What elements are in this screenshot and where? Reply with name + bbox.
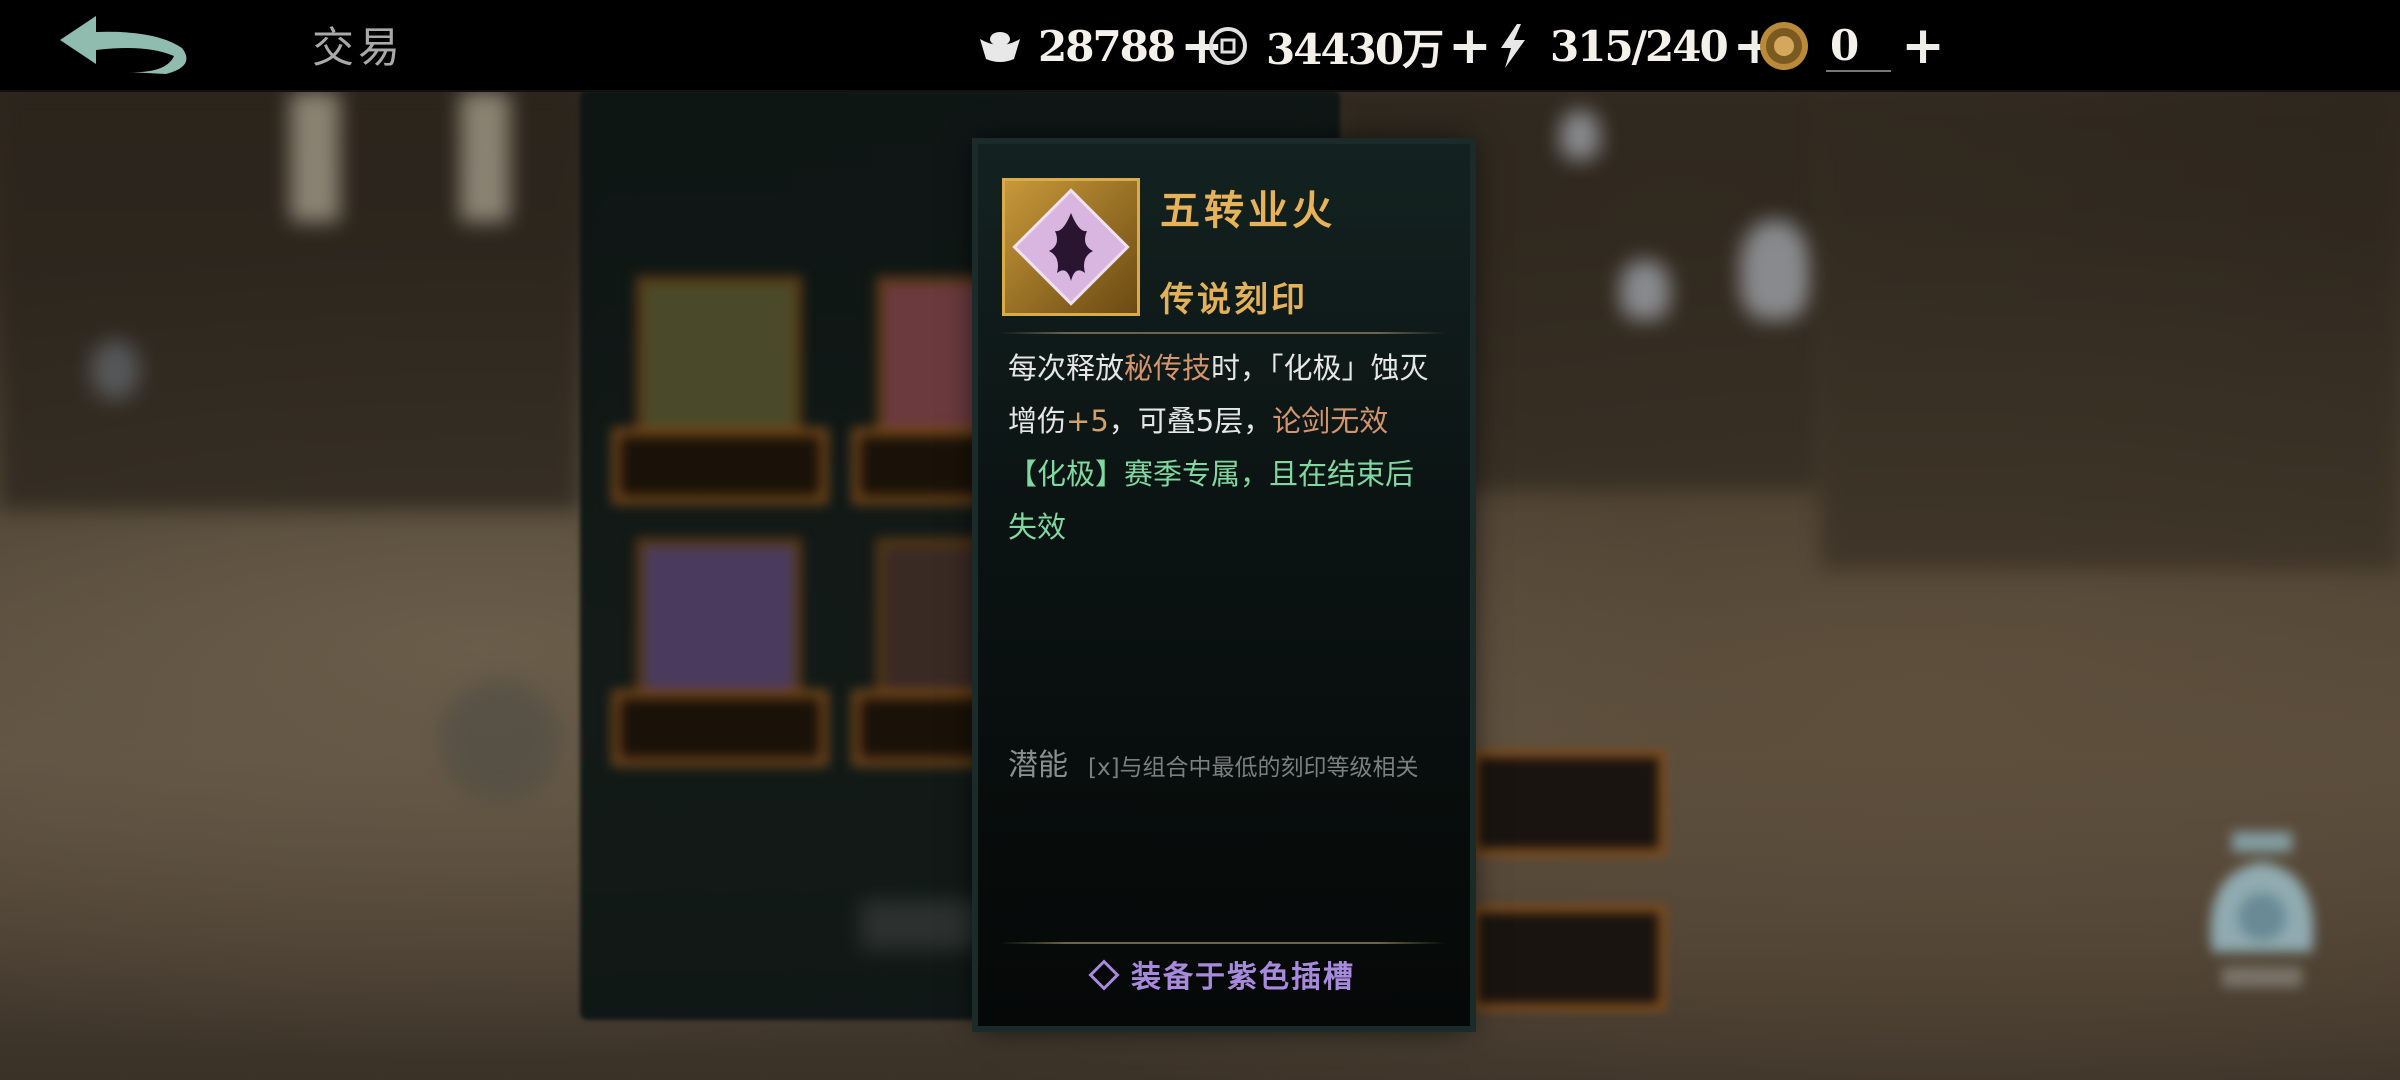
shop-item-slot[interactable] — [636, 538, 802, 704]
side-action-button[interactable] — [1470, 750, 1666, 856]
desc-text: 每次释放 — [1008, 351, 1125, 385]
season-note: 【化极】赛季专属，且在结束后失效 — [1008, 457, 1415, 544]
side-action-button[interactable] — [1470, 905, 1666, 1011]
equip-slot-info: 装备于紫色插槽 — [978, 952, 1470, 996]
item-description: 每次释放秘传技时，「化极」蚀灭增伤+5，可叠5层，论剑无效 【化极】赛季专属，且… — [1008, 342, 1438, 554]
diamond-slot-icon — [1088, 959, 1120, 991]
resource-stamina: 315/240 + — [1490, 16, 1776, 76]
footer-divider — [1000, 942, 1446, 944]
background-round-seat — [440, 680, 560, 800]
background-pillar — [290, 92, 340, 222]
background-jar — [1560, 110, 1600, 160]
item-tooltip-card: 五转业火 传说刻印 每次释放秘传技时，「化极」蚀灭增伤+5，可叠5层，论剑无效 … — [978, 144, 1470, 1026]
copper-amount: 34430万 — [1266, 24, 1444, 74]
gold-amount: 0 — [1830, 20, 1859, 70]
shop-item-slot[interactable] — [636, 276, 802, 442]
background-jar — [1740, 220, 1810, 320]
potential-note: [x]与组合中最低的刻印等级相关 — [1088, 755, 1419, 781]
copper-coin-icon — [1206, 24, 1250, 68]
gold-amount-box: 0 — [1826, 20, 1892, 72]
desc-keyword-restriction: 论剑无效 — [1272, 404, 1389, 438]
resource-silver: 28788 + — [978, 16, 1224, 76]
add-gold-button[interactable]: + — [1901, 20, 1945, 72]
shop-item-price — [612, 690, 828, 766]
equip-slot-text: 装备于紫色插槽 — [1131, 960, 1355, 995]
add-copper-button[interactable]: + — [1448, 20, 1492, 72]
gold-medallion-icon — [1758, 20, 1810, 72]
top-bar: 交易 28788 + 34430万 + 315/240 + 0 + — [0, 0, 2400, 92]
trade-lantern-icon[interactable] — [2192, 832, 2332, 992]
shop-bottom-button[interactable] — [860, 900, 980, 950]
background-jar — [1620, 260, 1670, 320]
silver-ingot-icon — [978, 24, 1022, 68]
item-name: 五转业火 — [1160, 187, 1336, 234]
back-button[interactable] — [56, 10, 196, 78]
stamina-amount: 315/240 — [1550, 21, 1729, 71]
page-title: 交易 — [312, 23, 405, 72]
lightning-stamina-icon — [1490, 24, 1534, 68]
background-wall-right — [1820, 90, 2400, 570]
desc-keyword-skill: 秘传技 — [1124, 351, 1212, 385]
potential-row: 潜能 [x]与组合中最低的刻印等级相关 — [1008, 740, 1419, 784]
silver-amount: 28788 — [1038, 21, 1176, 71]
engraving-item-icon — [1002, 178, 1140, 316]
flame-seal-icon — [1012, 188, 1130, 306]
desc-bonus-value: +5 — [1066, 404, 1109, 438]
desc-text: ，可叠5层， — [1108, 404, 1273, 438]
potential-label: 潜能 — [1008, 748, 1068, 783]
header-divider — [1000, 332, 1446, 334]
background-teapot — [90, 340, 140, 400]
back-arrow-icon — [60, 16, 187, 74]
resource-gold: 0 + — [1758, 16, 1945, 76]
resource-copper: 34430万 + — [1206, 16, 1492, 76]
item-rarity: 传说刻印 — [1160, 280, 1308, 320]
background-pillar — [460, 92, 510, 222]
shop-item-price — [612, 428, 828, 504]
